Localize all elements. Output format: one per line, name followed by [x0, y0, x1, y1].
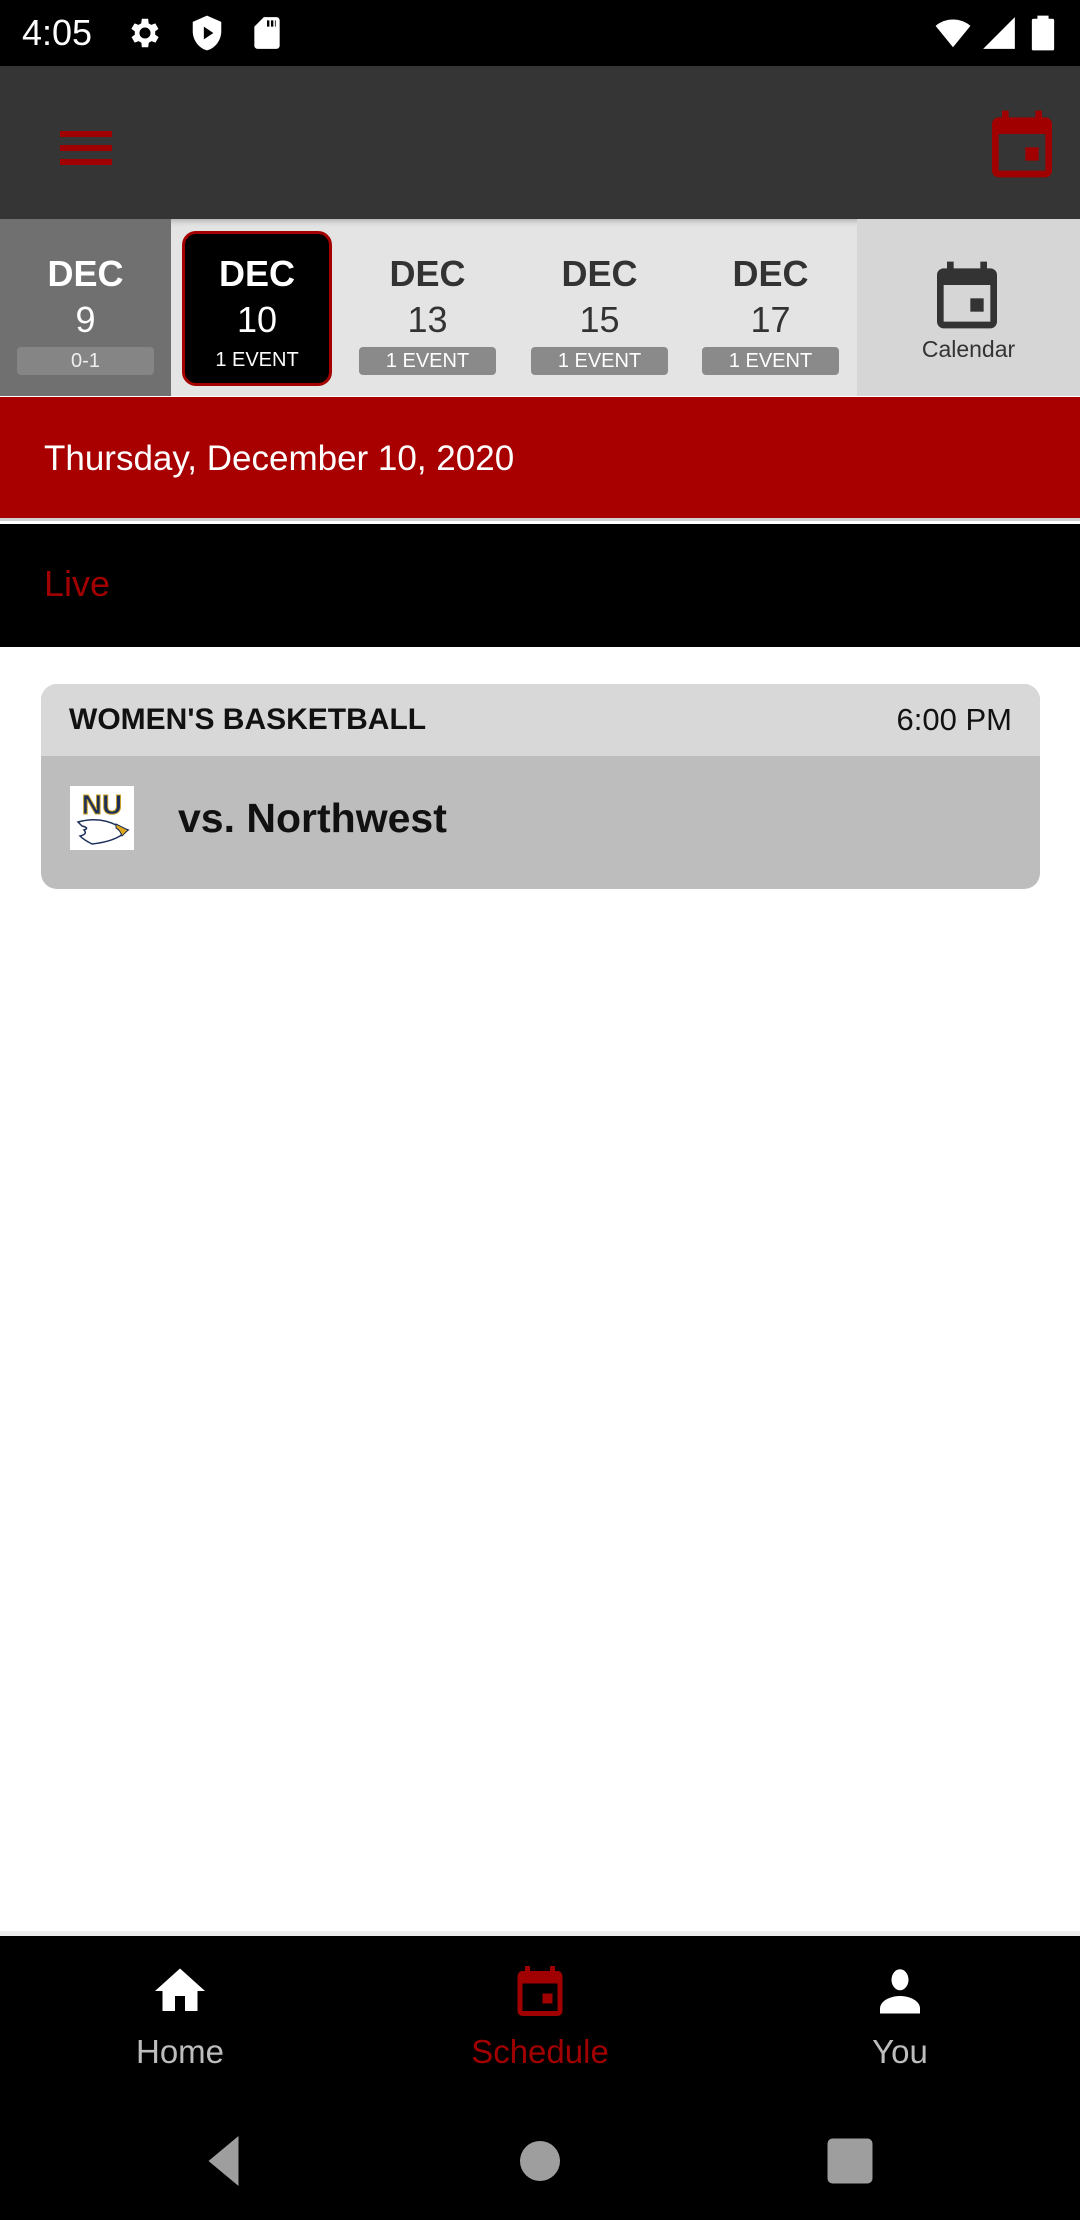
battery-icon — [1030, 14, 1056, 52]
date-item-dec-17[interactable]: DEC 17 1 EVENT — [685, 219, 856, 396]
nav-label: Home — [135, 2033, 225, 2070]
calendar-label: Calendar — [921, 336, 1016, 362]
status-bar: 4:05 — [0, 0, 1080, 66]
hamburger-menu-icon — [60, 131, 112, 165]
event-opponent: vs. Northwest — [178, 795, 447, 841]
date-event-badge: 1 EVENT — [359, 347, 496, 375]
live-section: Live — [0, 524, 1080, 647]
nav-item-you[interactable]: You — [720, 1936, 1080, 2101]
nav-item-schedule[interactable]: Schedule — [360, 1936, 720, 2101]
signal-icon — [980, 14, 1018, 52]
selected-date-banner: Thursday, December 10, 2020 — [0, 397, 1080, 521]
team-logo: NU — [70, 786, 134, 850]
shield-play-icon — [188, 14, 226, 52]
calendar-icon — [937, 261, 997, 329]
date-month: DEC — [218, 253, 295, 294]
event-card-header: WOMEN'S BASKETBALL 6:00 PM — [41, 684, 1040, 756]
live-label: Live — [44, 563, 111, 604]
date-day: 10 — [236, 299, 278, 340]
back-icon — [208, 2136, 239, 2186]
sd-card-icon — [248, 14, 286, 52]
event-sport: WOMEN'S BASKETBALL — [69, 703, 427, 736]
recents-icon — [827, 2138, 873, 2184]
svg-text:NU: NU — [82, 789, 122, 820]
status-time: 4:05 — [22, 12, 93, 53]
calendar-button[interactable]: Calendar — [857, 219, 1080, 396]
home-icon — [155, 1968, 205, 2011]
header-calendar-button[interactable] — [982, 104, 1062, 184]
date-month: DEC — [561, 253, 638, 294]
event-time: 6:00 PM — [896, 702, 1012, 737]
date-record-badge: 0-1 — [17, 347, 154, 375]
date-day: 13 — [407, 299, 448, 340]
home-circle-icon — [520, 2141, 560, 2181]
date-item-dec-13[interactable]: DEC 13 1 EVENT — [342, 219, 513, 396]
event-card-body: NU vs. Northwest — [41, 756, 1040, 889]
system-back-button[interactable] — [166, 2101, 286, 2220]
date-day: 9 — [75, 299, 96, 340]
nav-item-home[interactable]: Home — [0, 1936, 360, 2101]
app-header — [0, 66, 1080, 219]
date-day: 15 — [579, 299, 620, 340]
date-item-dec-9[interactable]: DEC 9 0-1 — [0, 219, 171, 396]
calendar-icon — [992, 110, 1052, 178]
system-recents-button[interactable] — [790, 2101, 910, 2220]
selected-date-text: Thursday, December 10, 2020 — [44, 439, 515, 478]
gear-icon — [126, 14, 164, 52]
date-month: DEC — [732, 253, 809, 294]
date-event-badge: 1 EVENT — [531, 347, 668, 375]
nav-label: Schedule — [471, 2033, 609, 2070]
date-event-badge: 1 EVENT — [702, 347, 839, 375]
date-day: 17 — [750, 299, 791, 340]
date-item-dec-15[interactable]: DEC 15 1 EVENT — [514, 219, 685, 396]
date-item-dec-10[interactable]: DEC 10 1 EVENT — [182, 231, 332, 386]
eagle-logo-icon: NU — [70, 786, 134, 850]
date-strip: DEC 9 0-1 DEC 10 1 EVENT DEC 13 1 EVENT … — [0, 219, 1080, 396]
date-month: DEC — [389, 253, 466, 294]
menu-button[interactable] — [50, 119, 126, 195]
date-event-badge: 1 EVENT — [215, 349, 299, 371]
system-navigation-bar — [0, 2101, 1080, 2220]
calendar-icon — [517, 1966, 563, 2016]
date-month: DEC — [47, 253, 124, 294]
bottom-navigation: Home Schedule You — [0, 1931, 1080, 2101]
wifi-icon — [934, 14, 972, 52]
nav-label: You — [872, 2033, 928, 2070]
system-home-button[interactable] — [480, 2101, 600, 2220]
person-icon — [880, 1969, 920, 2014]
event-card[interactable]: WOMEN'S BASKETBALL 6:00 PM NU vs. Northw… — [41, 684, 1040, 889]
